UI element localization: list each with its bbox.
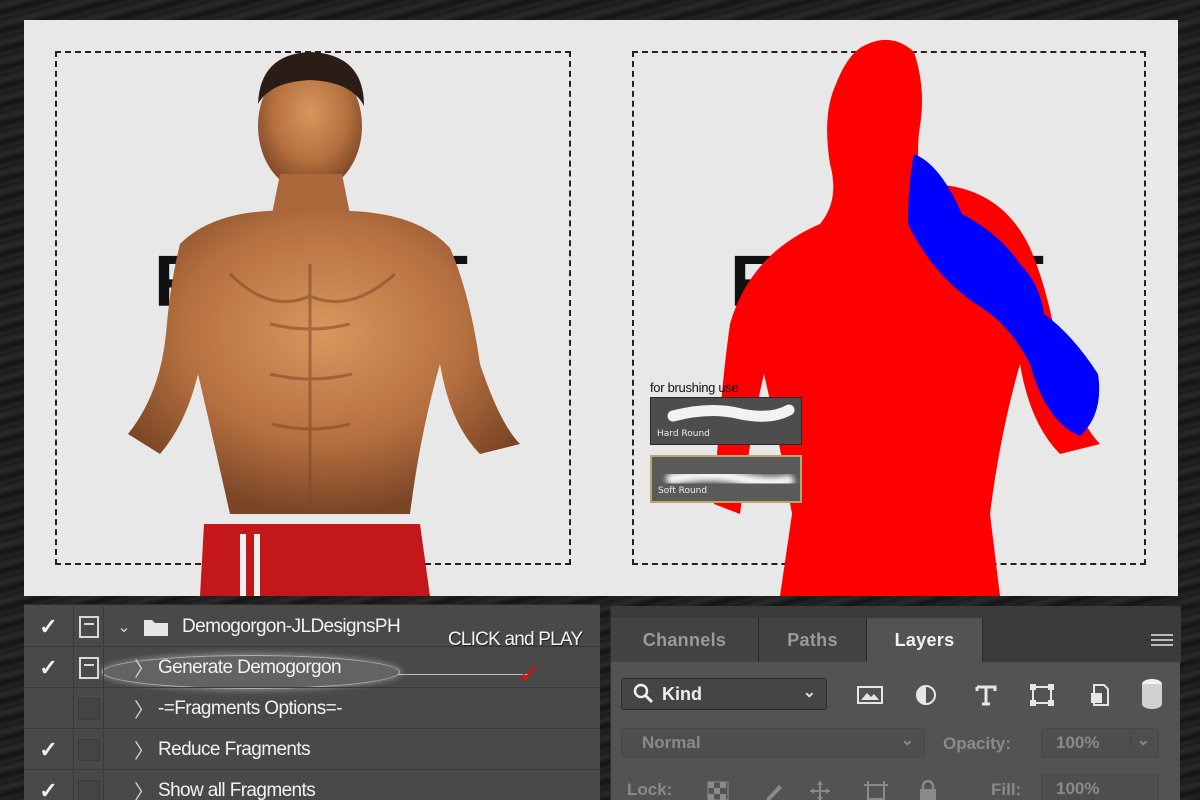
- layers-panel: Channels Paths Layers Kind ⌄ Normal ⌄ Op…: [610, 606, 1181, 800]
- action-set-label: Demogorgon-JLDesignsPH: [182, 615, 401, 637]
- action-label: Generate Demogorgon: [158, 656, 342, 678]
- brush-preset-label: Hard Round: [657, 429, 710, 439]
- folder-icon: [144, 619, 168, 636]
- shape-filter-icon[interactable]: [1027, 682, 1057, 708]
- chevron-down-icon: ⌄: [900, 732, 914, 749]
- tab-layers[interactable]: Layers: [867, 618, 983, 662]
- chevron-down-icon: ⌄: [1129, 730, 1150, 750]
- checkmark-icon: ✓: [39, 777, 58, 800]
- opacity-value: 100%: [1056, 733, 1100, 752]
- chevron-right-icon[interactable]: 〉: [132, 776, 156, 800]
- checkmark-icon: ✓: [39, 654, 58, 680]
- chevron-down-icon: ⌄: [802, 684, 816, 701]
- red-checkmark-icon: ✓: [518, 657, 542, 690]
- fill-value: 100%: [1056, 779, 1100, 798]
- hard-brush-stroke-icon: [667, 404, 795, 422]
- checkmark-icon: ✓: [39, 736, 58, 762]
- toggle-dialog-checkbox[interactable]: [74, 688, 104, 729]
- smart-object-filter-icon[interactable]: [1085, 682, 1115, 708]
- brush-caption: for brushing use: [650, 380, 739, 395]
- adjustment-filter-icon[interactable]: [911, 682, 941, 708]
- blend-row: Normal ⌄ Opacity: 100% ⌄: [611, 724, 1181, 764]
- fill-field[interactable]: 100%: [1041, 774, 1159, 800]
- tab-paths[interactable]: Paths: [759, 618, 867, 662]
- document-canvas[interactable]: F T F T: [24, 20, 1178, 596]
- chevron-right-icon[interactable]: 〉: [132, 653, 156, 682]
- toggle-dialog-checkbox[interactable]: [74, 770, 104, 800]
- toggle-item-checkbox[interactable]: ✓: [24, 770, 74, 800]
- action-row[interactable]: 〉 -=Fragments Options=-: [24, 688, 600, 729]
- opacity-label: Opacity:: [943, 734, 1012, 753]
- layer-filter-row: Kind ⌄: [611, 670, 1181, 714]
- brush-preset-label: Soft Round: [658, 486, 708, 496]
- toggle-filter-icon[interactable]: [1137, 679, 1167, 709]
- action-row[interactable]: ✓ 〉 Generate Demogorgon: [24, 647, 600, 688]
- brush-preset-soft-round[interactable]: Soft Round: [650, 455, 802, 503]
- fill-label: Fill:: [991, 780, 1022, 799]
- lock-image-pixels-icon[interactable]: [761, 780, 787, 800]
- toggle-item-checkbox[interactable]: ✓: [24, 606, 74, 647]
- type-filter-icon[interactable]: [971, 682, 1001, 708]
- image-filter-icon[interactable]: [855, 682, 885, 708]
- checkmark-icon: ✓: [39, 613, 58, 639]
- callout-text: CLICK and PLAY: [448, 629, 583, 650]
- toggle-item-checkbox[interactable]: ✓: [24, 729, 74, 770]
- action-label: Reduce Fragments: [158, 738, 311, 760]
- panel-menu-icon[interactable]: [1151, 634, 1173, 649]
- brush-preset-panel: for brushing use Hard Round Soft Round: [650, 380, 802, 513]
- lock-row: Lock: Fill: 100%: [611, 774, 1181, 800]
- blend-mode-value: Normal: [642, 733, 701, 752]
- action-row[interactable]: ✓ 〉 Reduce Fragments: [24, 729, 600, 770]
- brush-preset-hard-round[interactable]: Hard Round: [650, 397, 802, 445]
- toggle-dialog-checkbox[interactable]: [74, 729, 104, 770]
- filter-kind-select[interactable]: Kind ⌄: [621, 678, 827, 710]
- opacity-field[interactable]: 100% ⌄: [1041, 728, 1159, 758]
- panel-tab-bar: Channels Paths Layers: [611, 606, 1181, 662]
- action-row[interactable]: ✓ 〉 Show all Fragments: [24, 770, 600, 800]
- action-label: -=Fragments Options=-: [158, 697, 342, 719]
- toggle-dialog-checkbox[interactable]: [74, 647, 104, 688]
- search-icon: [633, 683, 654, 704]
- subject-photo: [128, 52, 520, 596]
- dialog-icon: [78, 615, 99, 638]
- lock-artboard-icon[interactable]: [863, 780, 889, 800]
- lock-all-icon[interactable]: [915, 780, 941, 800]
- actions-panel: ✓ ⌄ Demogorgon-JLDesignsPH ✓ 〉 Generate …: [24, 604, 600, 800]
- action-label: Show all Fragments: [158, 779, 316, 800]
- toggle-dialog-checkbox[interactable]: [74, 606, 104, 647]
- lock-label: Lock:: [627, 780, 673, 799]
- tab-channels[interactable]: Channels: [611, 618, 759, 662]
- filter-kind-label: Kind: [662, 683, 702, 704]
- lock-transparent-pixels-icon[interactable]: [705, 780, 731, 800]
- toggle-item-checkbox[interactable]: [24, 688, 74, 729]
- blend-mode-select[interactable]: Normal ⌄: [621, 728, 925, 758]
- toggle-item-checkbox[interactable]: ✓: [24, 647, 74, 688]
- lock-position-icon[interactable]: [807, 780, 833, 800]
- dialog-icon: [78, 656, 99, 679]
- chevron-right-icon[interactable]: 〉: [132, 735, 156, 764]
- chevron-right-icon[interactable]: 〉: [132, 694, 156, 723]
- callout-line: [398, 674, 528, 675]
- chevron-down-icon[interactable]: ⌄: [112, 617, 136, 636]
